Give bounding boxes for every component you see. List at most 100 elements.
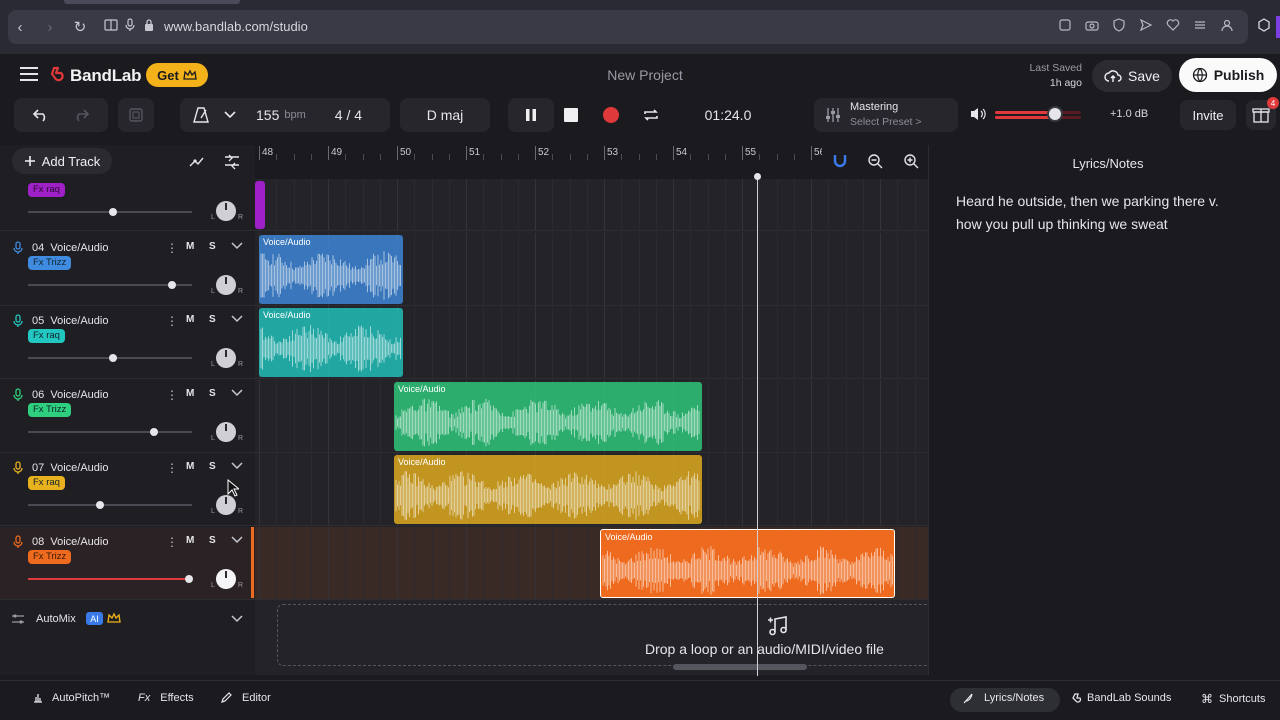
pan-knob[interactable] — [216, 201, 236, 221]
undo-icon[interactable] — [32, 108, 50, 122]
bandlab-sounds-button[interactable]: BandLab Sounds — [1072, 692, 1171, 704]
track-volume-fader[interactable] — [28, 208, 192, 216]
track-effect-badge[interactable]: Fx Trizz — [28, 550, 72, 564]
loop-region-button[interactable] — [118, 98, 154, 132]
track-options-icon[interactable]: ⋮ — [166, 314, 178, 328]
track-header-08[interactable]: 08 Voice/Audio ⋮ M S Fx Trizz L R — [0, 527, 255, 600]
track-name[interactable]: 05 Voice/Audio — [32, 315, 108, 327]
metronome-chevron-icon[interactable] — [224, 110, 236, 120]
track-volume-fader[interactable] — [28, 575, 193, 583]
track-expand-chevron-icon[interactable] — [231, 241, 243, 253]
track-header-07[interactable]: 07 Voice/Audio ⋮ M S Fx raq L R — [0, 453, 255, 526]
pan-knob[interactable] — [216, 495, 236, 515]
tempo-value[interactable]: 155 — [256, 107, 279, 123]
autopitch-button[interactable]: AutoPitch™ — [32, 692, 110, 704]
solo-button[interactable]: S — [209, 461, 216, 472]
add-track-button[interactable]: Add Track — [12, 148, 112, 174]
track-options-icon[interactable]: ⋮ — [166, 388, 178, 402]
metronome-icon[interactable] — [192, 106, 210, 124]
audio-clip[interactable] — [255, 181, 265, 229]
audio-clip[interactable]: Voice/Audio — [600, 529, 895, 598]
mute-button[interactable]: M — [186, 241, 194, 252]
solo-button[interactable]: S — [209, 241, 216, 252]
time-signature[interactable]: 4 / 4 — [335, 107, 362, 123]
track-effect-badge[interactable]: Fx raq — [28, 329, 65, 343]
playhead-handle[interactable] — [754, 173, 761, 180]
heart-icon[interactable] — [1166, 18, 1182, 34]
effects-button[interactable]: Fx Effects — [138, 692, 194, 704]
microphone-permission-icon[interactable] — [124, 18, 140, 34]
track-effect-badge[interactable]: Fx raq — [28, 476, 65, 490]
key-selector[interactable]: D maj — [400, 98, 490, 132]
track-options-icon[interactable]: ⋮ — [166, 241, 178, 255]
forward-icon[interactable]: › — [38, 10, 62, 44]
shield-icon[interactable] — [1112, 18, 1128, 34]
track-expand-chevron-icon[interactable] — [231, 388, 243, 400]
track-expand-chevron-icon[interactable] — [231, 314, 243, 326]
audio-clip[interactable]: Voice/Audio — [394, 455, 702, 524]
track-header-04[interactable]: 04 Voice/Audio ⋮ M S Fx Trizz L R — [0, 233, 255, 306]
solo-button[interactable]: S — [209, 388, 216, 399]
track-effect-badge[interactable]: Fx Trizz — [28, 403, 72, 417]
mute-button[interactable]: M — [186, 461, 194, 472]
horizontal-scrollbar[interactable] — [673, 664, 807, 670]
track-volume-fader[interactable] — [28, 428, 192, 436]
redo-icon[interactable] — [72, 108, 90, 122]
invite-button[interactable]: Invite — [1180, 100, 1236, 130]
playhead[interactable] — [757, 176, 758, 676]
audio-clip[interactable]: Voice/Audio — [259, 235, 403, 304]
track-effect-badge[interactable]: Fx Trizz — [28, 256, 72, 270]
pan-knob[interactable] — [216, 275, 236, 295]
track-expand-chevron-icon[interactable] — [231, 461, 243, 473]
automation-icon[interactable] — [187, 152, 205, 170]
publish-button[interactable]: Publish — [1179, 58, 1277, 92]
back-icon[interactable]: ‹ — [8, 10, 32, 44]
pan-knob[interactable] — [216, 569, 236, 589]
lyrics-notes-tab-content[interactable]: Lyrics/Notes — [962, 692, 1044, 704]
mute-button[interactable]: M — [186, 314, 194, 325]
lyrics-text-area[interactable]: Heard he outside, then we parking there … — [956, 190, 1246, 236]
speaker-icon[interactable] — [969, 106, 987, 122]
fader-knob[interactable] — [109, 354, 118, 362]
track-name[interactable]: 08 Voice/Audio — [32, 536, 108, 548]
automix-chevron-icon[interactable] — [231, 614, 243, 624]
zoom-out-icon[interactable] — [867, 153, 883, 169]
audio-clip[interactable]: Voice/Audio — [259, 308, 403, 377]
track-volume-fader[interactable] — [28, 281, 192, 289]
project-title[interactable]: New Project — [0, 67, 1280, 83]
track-volume-fader[interactable] — [28, 501, 192, 509]
loop-button[interactable] — [628, 98, 674, 132]
fader-knob[interactable] — [109, 208, 118, 216]
master-volume-slider[interactable] — [995, 106, 1081, 122]
track-lane[interactable] — [255, 179, 928, 231]
fader-knob[interactable] — [184, 575, 193, 583]
solo-button[interactable]: S — [209, 535, 216, 546]
track-volume-fader[interactable] — [28, 354, 192, 362]
track-header-05[interactable]: 05 Voice/Audio ⋮ M S Fx raq L R — [0, 306, 255, 379]
browser-tab[interactable] — [64, 0, 240, 4]
camera-icon[interactable] — [1085, 18, 1101, 34]
zoom-in-icon[interactable] — [903, 153, 919, 169]
track-options-icon[interactable]: ⋮ — [166, 535, 178, 549]
track-name[interactable]: 07 Voice/Audio — [32, 462, 108, 474]
save-button[interactable]: Save — [1092, 60, 1172, 92]
edit-icon[interactable] — [1058, 18, 1074, 34]
audio-clip[interactable]: Voice/Audio — [394, 382, 702, 451]
fader-knob[interactable] — [168, 281, 177, 289]
track-name[interactable]: 06 Voice/Audio — [32, 389, 108, 401]
send-icon[interactable] — [1139, 18, 1155, 34]
fader-knob[interactable] — [150, 428, 159, 436]
fader-knob[interactable] — [96, 501, 105, 509]
menu-lines-icon[interactable] — [1193, 18, 1209, 34]
mute-button[interactable]: M — [186, 535, 194, 546]
url-text[interactable]: www.bandlab.com/studio — [164, 19, 308, 34]
pan-knob[interactable] — [216, 348, 236, 368]
snap-magnet-icon[interactable] — [832, 153, 848, 169]
reload-icon[interactable]: ↻ — [68, 10, 92, 44]
track-name[interactable]: 04 Voice/Audio — [32, 242, 108, 254]
shortcuts-button[interactable]: ⌘ Shortcuts — [1201, 692, 1265, 706]
track-header-06[interactable]: 06 Voice/Audio ⋮ M S Fx Trizz L R — [0, 380, 255, 453]
track-header-top[interactable]: Fx raq L R — [0, 179, 255, 231]
track-effect-badge[interactable]: Fx raq — [28, 183, 65, 197]
mute-button[interactable]: M — [186, 388, 194, 399]
